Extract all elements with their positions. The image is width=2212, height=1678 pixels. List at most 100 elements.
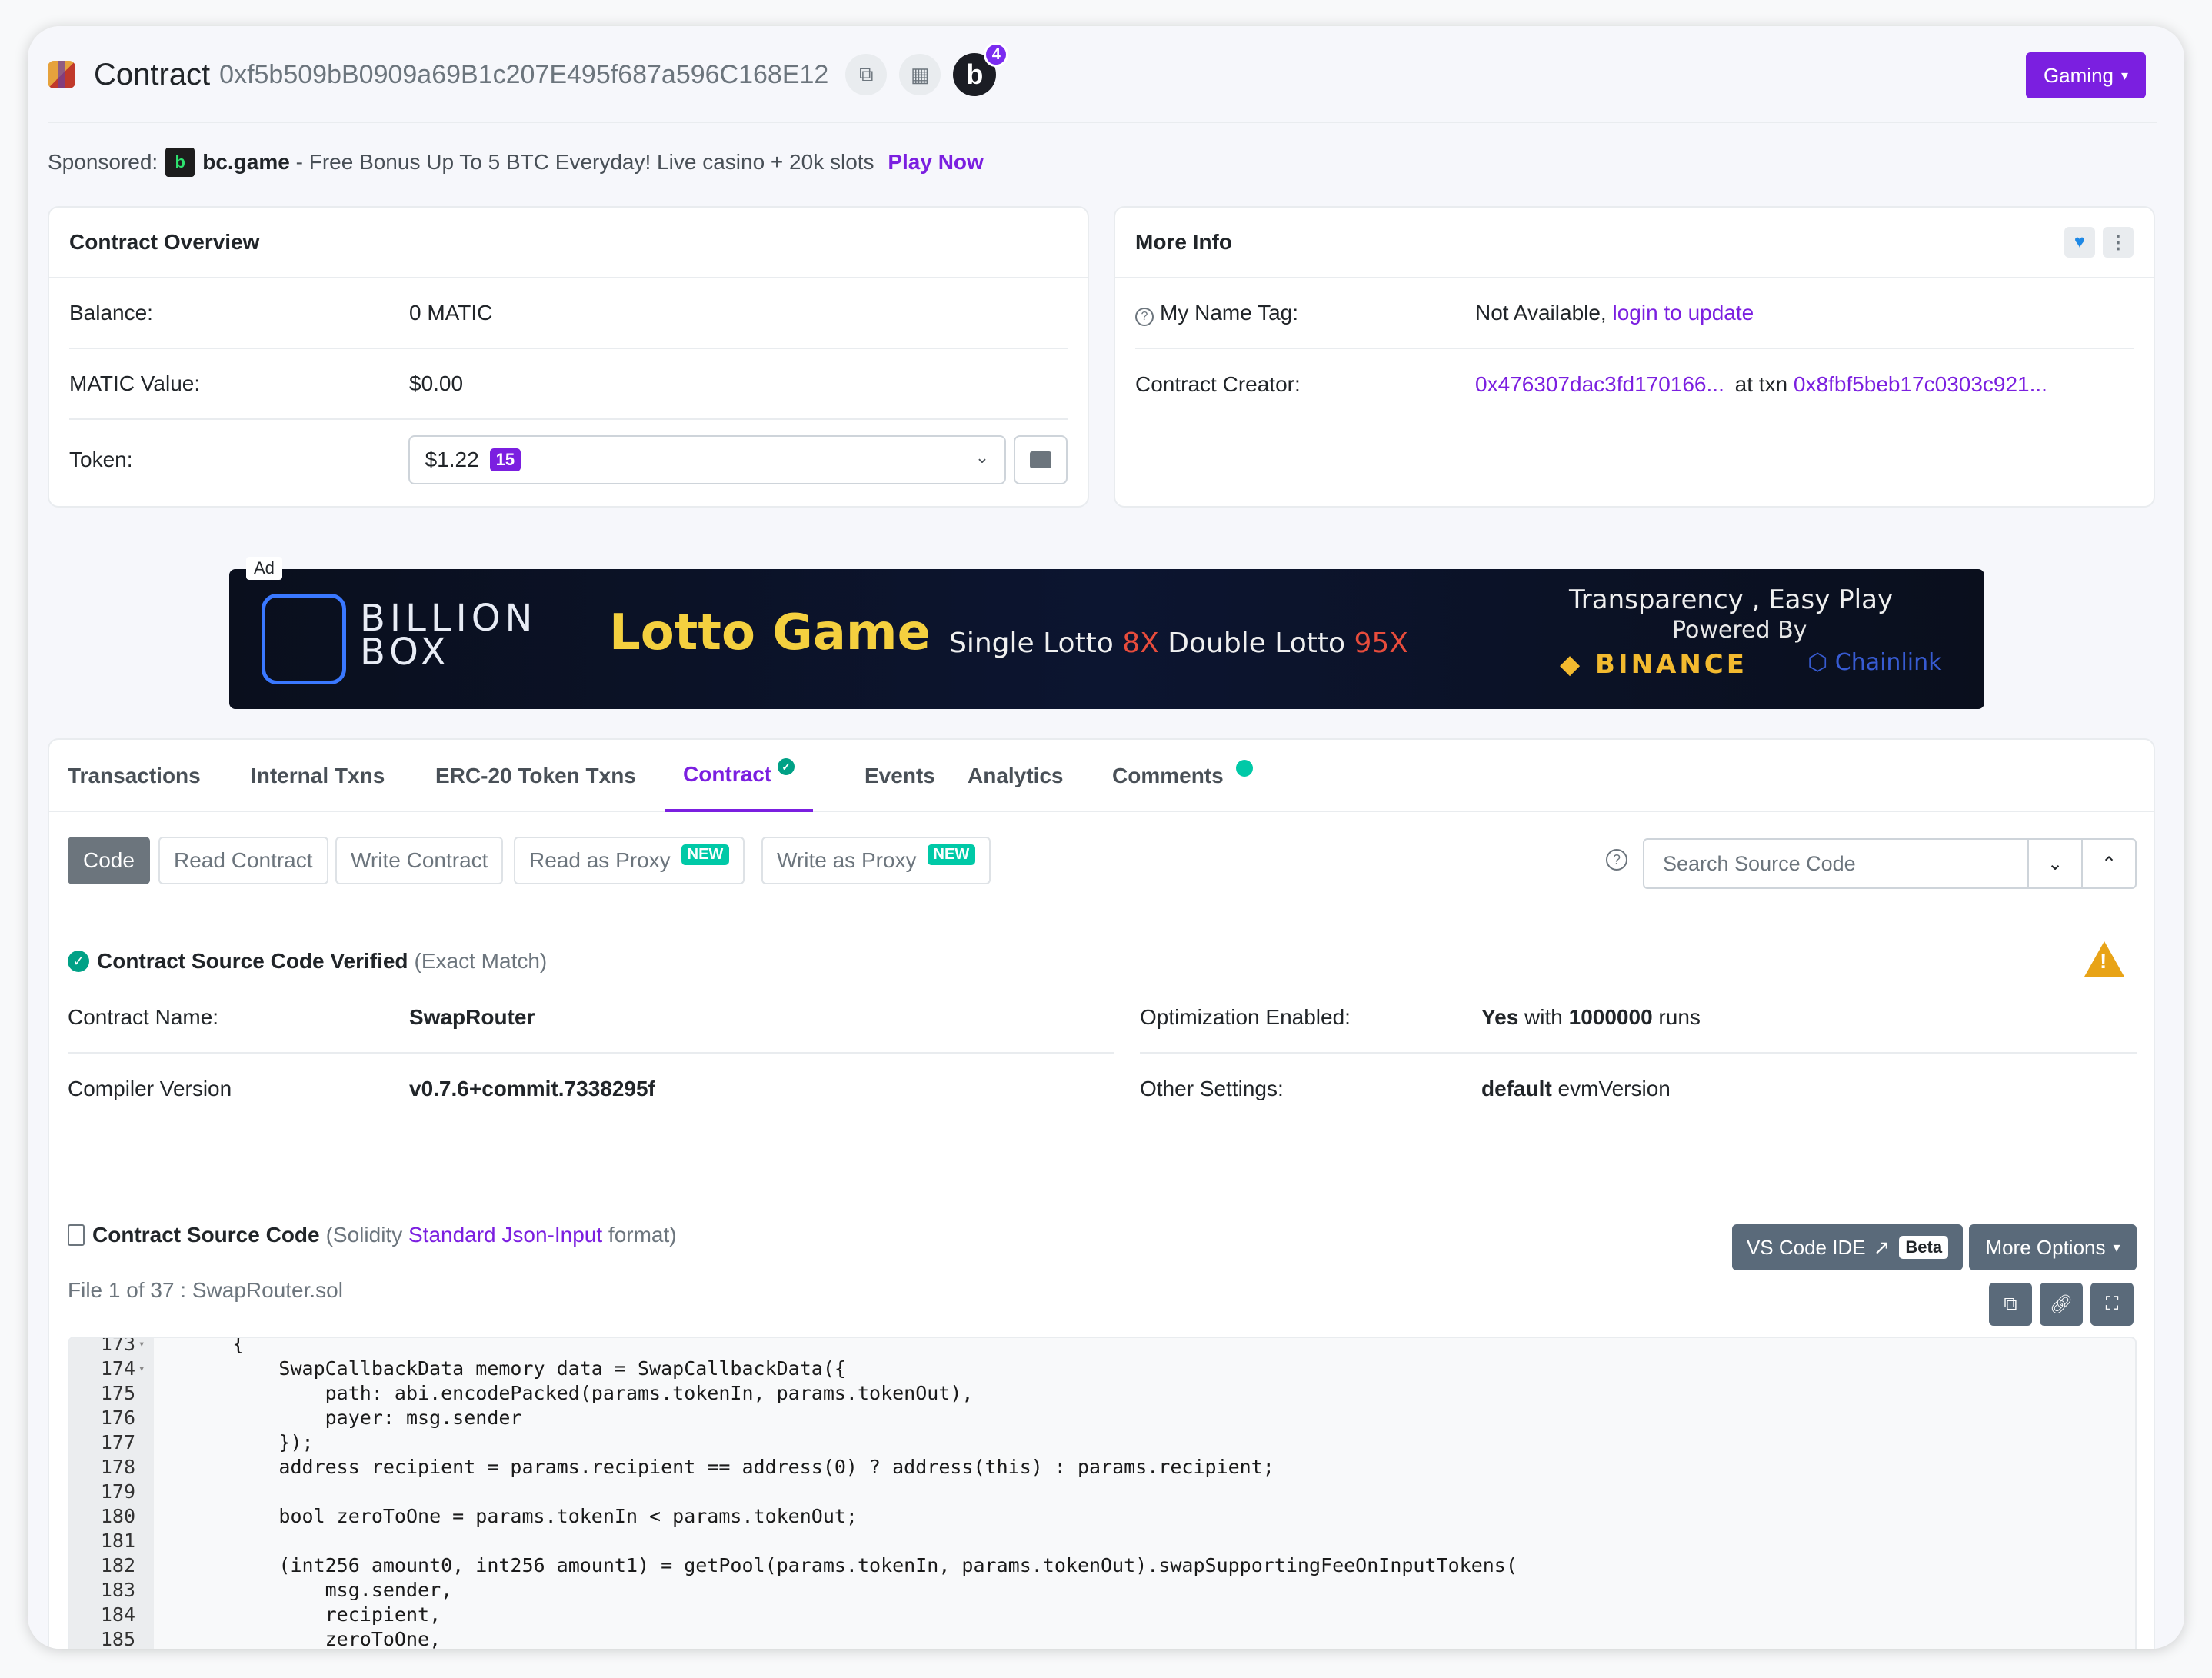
- compiler-row: Compiler Version v0.7.6+commit.7338295f: [68, 1054, 1114, 1124]
- read-contract-label: Read Contract: [174, 848, 313, 872]
- token-select[interactable]: $1.22 15 ⌄: [408, 435, 1007, 484]
- token-value: $1.22: [425, 448, 479, 471]
- gaming-dropdown-button[interactable]: Gaming ▾: [2026, 52, 2146, 98]
- copy-code-button[interactable]: ⧉: [1989, 1283, 2032, 1326]
- tab-transactions[interactable]: Transactions: [68, 740, 201, 812]
- code-text: bool zeroToOne = params.tokenIn < params…: [186, 1505, 858, 1527]
- creator-at-text: at txn: [1728, 372, 1794, 396]
- more-menu-button[interactable]: ⋮: [2103, 227, 2134, 258]
- chainlink-icon: ⬡: [1807, 649, 1828, 676]
- tab-label: Transactions: [68, 764, 201, 787]
- write-contract-button[interactable]: Write Contract: [335, 837, 504, 884]
- source-post: format): [602, 1223, 677, 1247]
- line-number: 174: [100, 1357, 135, 1380]
- ad-double: Double Lotto: [1158, 628, 1354, 659]
- optimization-with: with: [1518, 1005, 1569, 1029]
- creator-address-link[interactable]: 0x476307dac3fd170166...: [1475, 372, 1724, 397]
- sponsor-brand[interactable]: bc.game: [202, 150, 290, 175]
- creator-txn-link[interactable]: 0x8fbf5beb17c0303c921...: [1794, 372, 2047, 397]
- sponsored-banner: Sponsored: b bc.game - Free Bonus Up To …: [48, 148, 984, 177]
- code-line: 182 (int256 amount0, int256 amount1) = g…: [69, 1553, 1517, 1578]
- tab-erc20-token-txns[interactable]: ERC-20 Token Txns: [435, 740, 636, 812]
- optimization-row: Optimization Enabled: Yes with 1000000 r…: [1140, 983, 2137, 1054]
- bcgame-logo-icon: b: [165, 148, 195, 177]
- search-input[interactable]: Search Source Code: [1644, 852, 2027, 876]
- code-text: msg.sender,: [186, 1579, 453, 1601]
- standard-json-link[interactable]: Standard Json-Input: [408, 1223, 602, 1247]
- code-editor[interactable]: 173 ▾ {174 ▾ SwapCallbackData memory data …: [68, 1337, 2137, 1649]
- chainlink-label: Chainlink: [1834, 649, 1942, 676]
- coin-letter: b: [966, 58, 984, 90]
- verified-match: (Exact Match): [414, 949, 548, 973]
- tab-label: Comments: [1112, 764, 1224, 787]
- balance-row: Balance: 0 MATIC: [69, 278, 1068, 349]
- bcgame-coin-button[interactable]: b4: [953, 42, 1009, 96]
- copy-address-button[interactable]: ⧉: [845, 54, 888, 95]
- qr-code-button[interactable]: ▦: [899, 54, 941, 95]
- creator-row: Contract Creator: 0x476307dac3fd170166..…: [1135, 349, 2134, 420]
- line-number: 184: [100, 1603, 135, 1626]
- code-line: 174 ▾ SwapCallbackData memory data = Swap…: [69, 1357, 1517, 1381]
- code-line: 180 bool zeroToOne = params.tokenIn < pa…: [69, 1504, 1517, 1529]
- ad-banner[interactable]: BILLION BOX Lotto Game Single Lotto 8X Do…: [229, 569, 1984, 709]
- matic-value-label: MATIC Value:: [69, 371, 201, 395]
- chevron-down-icon: ⌄: [974, 448, 990, 467]
- favorite-button[interactable]: ♥: [2064, 227, 2095, 258]
- search-prev-button[interactable]: ⌃: [2081, 840, 2135, 887]
- tab-comments[interactable]: Comments: [1112, 740, 1253, 812]
- billionbox-logo-icon: [262, 594, 346, 684]
- more-info-card: More Info ♥ ⋮ ? My Name Tag: Not Availabl…: [1114, 206, 2155, 508]
- fold-toggle-icon: [135, 1406, 154, 1430]
- more-options-button[interactable]: More Options ▾: [1969, 1224, 2137, 1270]
- card-title: More Info: [1135, 230, 1232, 254]
- ad-brand: BILLION BOX: [360, 600, 537, 674]
- tab-label: ERC-20 Token Txns: [435, 764, 636, 787]
- sponsor-text: - Free Bonus Up To 5 BTC Everyday! Live …: [289, 150, 881, 174]
- file-code-icon: [68, 1224, 85, 1246]
- fold-toggle-icon[interactable]: ▾: [135, 1357, 154, 1381]
- tab-label: Analytics: [968, 764, 1064, 787]
- help-icon[interactable]: ?: [1606, 849, 1627, 871]
- vs-code-ide-button[interactable]: VS Code IDE ↗ Beta: [1732, 1224, 1963, 1270]
- optimization-runs-suffix: runs: [1652, 1005, 1701, 1029]
- other-settings-row: Other Settings: default evmVersion: [1140, 1054, 2137, 1124]
- wallet-button[interactable]: [1014, 435, 1068, 484]
- write-as-proxy-button[interactable]: Write as Proxy NEW: [761, 837, 991, 884]
- fold-toggle-icon: [135, 1430, 154, 1455]
- code-text: });: [186, 1431, 314, 1453]
- fold-toggle-icon: [135, 1480, 154, 1504]
- login-link[interactable]: login to update: [1613, 301, 1754, 325]
- ad-brand-line2: BOX: [360, 631, 451, 674]
- new-badge: NEW: [927, 844, 976, 865]
- tab-bar: Transactions Internal Txns ERC-20 Token …: [49, 740, 2154, 812]
- read-as-proxy-button[interactable]: Read as Proxy NEW: [514, 837, 745, 884]
- tab-analytics[interactable]: Analytics: [968, 740, 1064, 812]
- code-button[interactable]: Code: [68, 837, 150, 884]
- optimization-runs: 1000000: [1568, 1005, 1653, 1029]
- line-number: 175: [100, 1382, 135, 1404]
- code-line: 185 zeroToOne,: [69, 1627, 1517, 1649]
- other-settings-label: Other Settings:: [1140, 1077, 1284, 1100]
- link-icon: 🔗︎: [2049, 1293, 2074, 1315]
- fullscreen-button[interactable]: ⛶: [2090, 1283, 2134, 1326]
- warning-icon[interactable]: !: [2084, 941, 2124, 977]
- play-now-link[interactable]: Play Now: [888, 150, 983, 175]
- ad-partner-binance: ◆ BINANCE: [1560, 649, 1747, 680]
- page-title: Contract: [94, 57, 211, 92]
- link-button[interactable]: 🔗︎: [2040, 1283, 2083, 1326]
- balance-value: 0 MATIC: [409, 301, 493, 325]
- matic-value: $0.00: [409, 371, 464, 395]
- code-label: Code: [83, 848, 135, 872]
- fold-toggle-icon[interactable]: ▾: [135, 1338, 154, 1357]
- tab-label: Events: [864, 764, 935, 787]
- page-header: Contract 0xf5b509bB0909a69B1c207E495f687…: [48, 42, 1009, 100]
- read-contract-button[interactable]: Read Contract: [158, 837, 328, 884]
- search-next-button[interactable]: ⌄: [2027, 840, 2081, 887]
- tab-internal-txns[interactable]: Internal Txns: [251, 740, 385, 812]
- tab-contract[interactable]: Contract ✓: [665, 740, 814, 812]
- verified-check-icon: ✓: [68, 951, 89, 972]
- tab-events[interactable]: Events: [864, 740, 935, 812]
- code-text: SwapCallbackData memory data = SwapCallb…: [186, 1357, 846, 1380]
- code-text: path: abi.encodePacked(params.tokenIn, p…: [186, 1382, 974, 1404]
